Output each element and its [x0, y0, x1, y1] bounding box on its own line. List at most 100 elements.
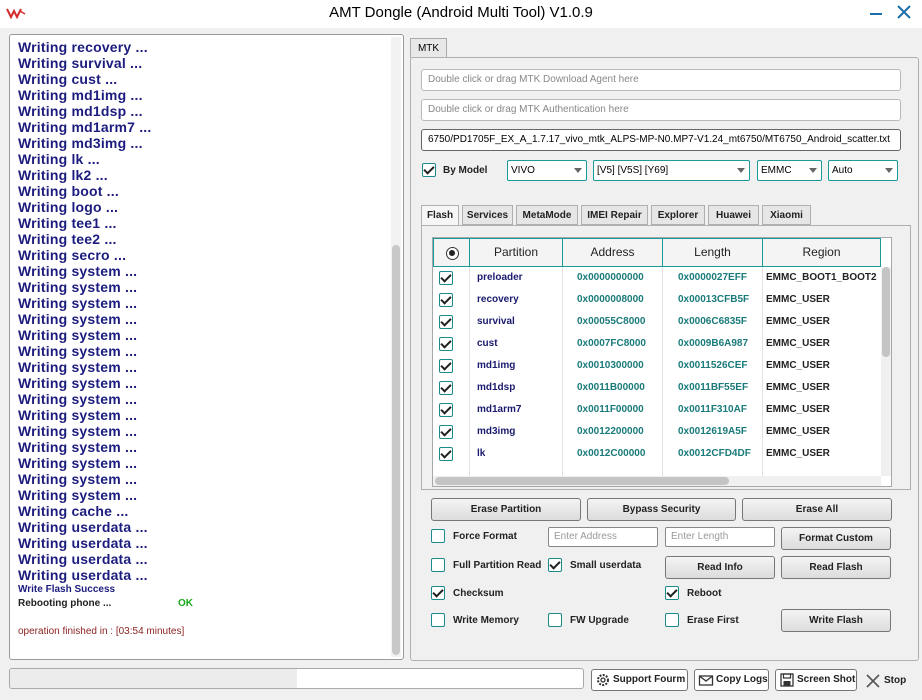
- row-checkbox[interactable]: [439, 425, 453, 439]
- log-ok-status: OK: [178, 598, 193, 609]
- log-line: Writing userdata ...: [18, 551, 148, 567]
- download-agent-input[interactable]: Double click or drag MTK Download Agent …: [421, 69, 901, 91]
- partition-cell: preloader: [477, 272, 523, 283]
- full-partition-read-checkbox[interactable]: [431, 558, 445, 572]
- table-row[interactable]: preloader 0x0000000000 0x0000027EFF EMMC_BO…: [433, 267, 881, 289]
- stop-button[interactable]: Stop: [864, 671, 906, 691]
- row-checkbox[interactable]: [439, 447, 453, 461]
- tab-huawei[interactable]: Huawei: [708, 205, 759, 225]
- header-region[interactable]: Region: [762, 238, 881, 267]
- row-checkbox[interactable]: [439, 315, 453, 329]
- row-checkbox[interactable]: [439, 381, 453, 395]
- row-checkbox[interactable]: [439, 271, 453, 285]
- table-horizontal-scrollbar[interactable]: [433, 476, 881, 486]
- mode-select[interactable]: Auto: [828, 160, 898, 181]
- tab-mtk[interactable]: MTK: [410, 38, 447, 58]
- minimize-icon: [870, 13, 882, 15]
- row-checkbox[interactable]: [439, 359, 453, 373]
- table-row[interactable]: md3img 0x0012200000 0x0012619A5F EMMC_USER: [433, 421, 881, 443]
- partition-cell: survival: [477, 316, 515, 327]
- read-info-button[interactable]: Read Info: [665, 556, 775, 579]
- minimize-button[interactable]: [866, 4, 886, 22]
- copy-logs-button[interactable]: Copy Logs: [694, 669, 769, 691]
- row-checkbox[interactable]: [439, 293, 453, 307]
- force-format-checkbox[interactable]: [431, 529, 445, 543]
- erase-all-button[interactable]: Erase All: [742, 498, 892, 521]
- length-cell: 0x0011526CEF: [678, 360, 748, 371]
- brand-select[interactable]: VIVO: [507, 160, 587, 181]
- fw-upgrade-checkbox[interactable]: [548, 613, 562, 627]
- log-line: Writing md1img ...: [18, 87, 143, 103]
- address-cell: 0x0011B00000: [577, 382, 645, 393]
- erase-partition-button[interactable]: Erase Partition: [431, 498, 581, 521]
- chevron-down-icon: [809, 168, 817, 173]
- close-button[interactable]: [894, 4, 914, 22]
- select-all-header[interactable]: [433, 238, 470, 267]
- header-length[interactable]: Length: [662, 238, 763, 267]
- log-line: Writing lk ...: [18, 151, 100, 167]
- table-row[interactable]: survival 0x00055C8000 0x0006C6835F EMMC_USE…: [433, 311, 881, 333]
- table-hscroll-thumb[interactable]: [435, 477, 729, 485]
- log-scroll-thumb[interactable]: [392, 245, 400, 655]
- bypass-security-button[interactable]: Bypass Security: [587, 498, 736, 521]
- tab-xiaomi[interactable]: Xiaomi: [762, 205, 811, 225]
- authentication-input[interactable]: Double click or drag MTK Authentication …: [421, 99, 901, 121]
- row-checkbox[interactable]: [439, 403, 453, 417]
- address-cell: 0x0000008000: [577, 294, 644, 305]
- log-line: Writing system ...: [18, 487, 138, 503]
- erase-first-checkbox[interactable]: [665, 613, 679, 627]
- write-memory-checkbox[interactable]: [431, 613, 445, 627]
- log-scrollbar[interactable]: [391, 37, 401, 657]
- log-line: Writing secro ...: [18, 247, 127, 263]
- log-panel[interactable]: Writing recovery ... Writing survival ...…: [9, 34, 404, 660]
- table-row[interactable]: md1dsp 0x0011B00000 0x0011BF55EF EMMC_USER: [433, 377, 881, 399]
- partition-table[interactable]: Partition Address Length Region preloade…: [432, 237, 892, 487]
- log-line: Writing system ...: [18, 423, 138, 439]
- address-cell: 0x0007FC8000: [577, 338, 646, 349]
- log-finished: operation finished in : [03:54 minutes]: [18, 626, 185, 637]
- header-address[interactable]: Address: [562, 238, 663, 267]
- address-input[interactable]: Enter Address: [548, 527, 658, 547]
- model-select[interactable]: [V5] [V5S] [Y69]: [593, 160, 750, 181]
- small-userdata-checkbox[interactable]: [548, 558, 562, 572]
- log-line: Writing system ...: [18, 439, 138, 455]
- table-row[interactable]: recovery 0x0000008000 0x00013CFB5F EMMC_USE…: [433, 289, 881, 311]
- table-row[interactable]: cust 0x0007FC8000 0x0009B6A987 EMMC_USER: [433, 333, 881, 355]
- table-vertical-scrollbar[interactable]: [881, 267, 891, 476]
- table-row[interactable]: md1img 0x0010300000 0x0011526CEF EMMC_USER: [433, 355, 881, 377]
- length-cell: 0x0012CFD4DF: [678, 448, 751, 459]
- length-input[interactable]: Enter Length: [665, 527, 775, 547]
- tab-services[interactable]: Services: [462, 205, 513, 225]
- row-checkbox[interactable]: [439, 337, 453, 351]
- address-cell: 0x00055C8000: [577, 316, 646, 327]
- log-content: Writing recovery ... Writing survival ...…: [18, 35, 388, 639]
- table-row[interactable]: md1arm7 0x0011F00000 0x0011F310AF EMMC_USER: [433, 399, 881, 421]
- region-cell: EMMC_USER: [766, 426, 830, 437]
- scatter-file-input[interactable]: 6750/PD1705F_EX_A_1.7.17_vivo_mtk_ALPS-M…: [421, 129, 901, 151]
- support-forum-button[interactable]: Support Fourm: [591, 669, 688, 691]
- by-model-checkbox[interactable]: [422, 163, 436, 177]
- table-vscroll-thumb[interactable]: [882, 267, 890, 357]
- address-cell: 0x0000000000: [577, 272, 644, 283]
- write-flash-button[interactable]: Write Flash: [781, 609, 891, 632]
- region-cell: EMMC_USER: [766, 448, 830, 459]
- table-row[interactable]: lk 0x0012C00000 0x0012CFD4DF EMMC_USER: [433, 443, 881, 465]
- write-memory-label: Write Memory: [453, 615, 519, 626]
- reboot-label: Reboot: [687, 588, 722, 599]
- select-all-radio[interactable]: [446, 247, 459, 260]
- format-custom-button[interactable]: Format Custom: [781, 527, 891, 550]
- tab-metamode[interactable]: MetaMode: [516, 205, 578, 225]
- tab-flash[interactable]: Flash: [421, 205, 459, 226]
- log-line: Writing system ...: [18, 263, 138, 279]
- screen-shot-button[interactable]: Screen Shot: [775, 669, 857, 691]
- progress-bar: [9, 668, 584, 689]
- checksum-checkbox[interactable]: [431, 586, 445, 600]
- header-partition[interactable]: Partition: [469, 238, 563, 267]
- log-line: Writing userdata ...: [18, 519, 148, 535]
- length-cell: 0x00013CFB5F: [678, 294, 750, 305]
- storage-select[interactable]: EMMC: [757, 160, 822, 181]
- reboot-checkbox[interactable]: [665, 586, 679, 600]
- read-flash-button[interactable]: Read Flash: [781, 556, 891, 579]
- tab-explorer[interactable]: Explorer: [651, 205, 705, 225]
- tab-imei-repair[interactable]: IMEI Repair: [581, 205, 648, 225]
